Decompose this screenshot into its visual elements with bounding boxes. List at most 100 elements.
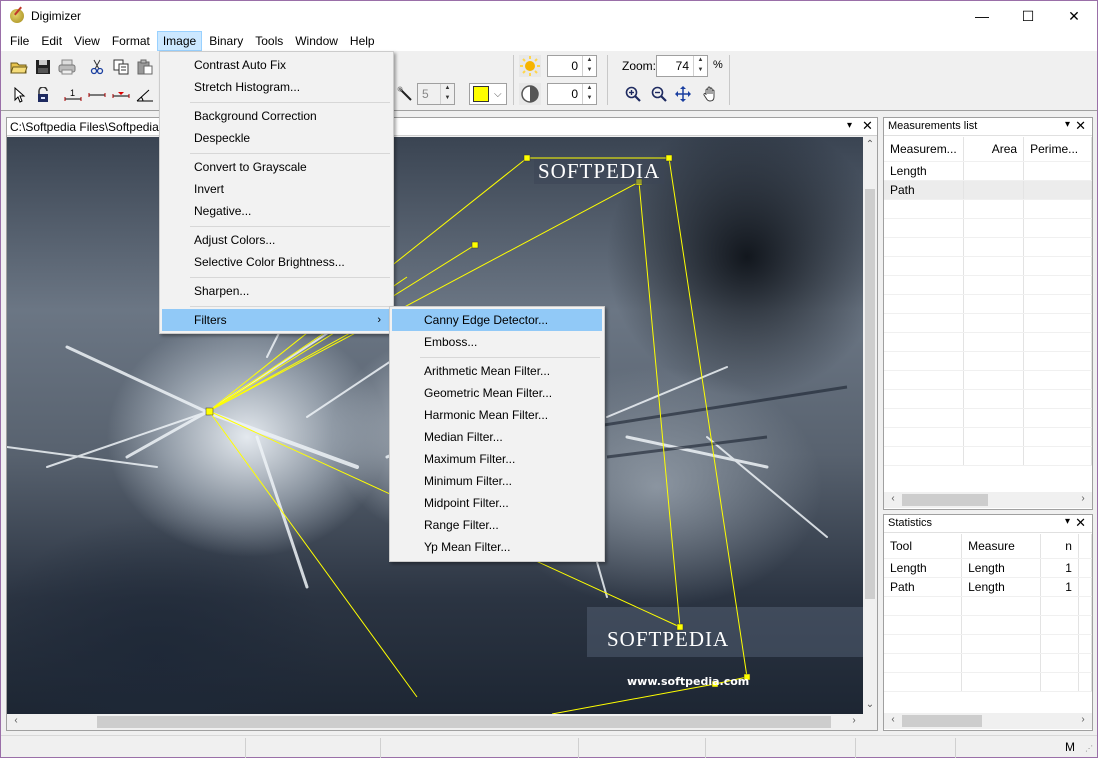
- vertical-scrollbar[interactable]: ⌃ ⌄: [863, 137, 877, 714]
- angle-tool-icon[interactable]: [133, 84, 157, 106]
- spin-up-icon[interactable]: ▲: [441, 84, 454, 94]
- scroll-thumb[interactable]: [902, 494, 988, 506]
- handle[interactable]: [523, 154, 531, 162]
- spin-down-icon[interactable]: ▼: [694, 66, 707, 76]
- length-tool-icon[interactable]: 1: [61, 84, 85, 106]
- close-document-icon[interactable]: ✕: [862, 118, 873, 134]
- menu-harmonic-mean-filter[interactable]: Harmonic Mean Filter...: [392, 404, 602, 426]
- handle[interactable]: [205, 407, 214, 416]
- menu-maximum-filter[interactable]: Maximum Filter...: [392, 448, 602, 470]
- menu-convert-grayscale[interactable]: Convert to Grayscale: [162, 156, 391, 178]
- open-folder-icon[interactable]: [7, 56, 31, 78]
- menu-view[interactable]: View: [69, 31, 105, 51]
- scroll-right-icon[interactable]: ›: [1076, 493, 1090, 504]
- close-button[interactable]: ✕: [1051, 1, 1097, 31]
- handle[interactable]: [471, 241, 479, 249]
- menu-invert[interactable]: Invert: [162, 178, 391, 200]
- print-icon[interactable]: [55, 56, 79, 78]
- horizontal-scrollbar[interactable]: ‹ ›: [884, 492, 1092, 508]
- column-header[interactable]: n: [1040, 534, 1079, 559]
- close-panel-icon[interactable]: ✕: [1075, 118, 1086, 134]
- column-header[interactable]: Measure: [961, 534, 1041, 559]
- menu-canny-edge-detector[interactable]: Canny Edge Detector...: [392, 309, 602, 331]
- panel-menu-icon[interactable]: ▾: [1065, 516, 1070, 527]
- hand-tool-icon[interactable]: [698, 83, 722, 105]
- menu-selective-color-brightness[interactable]: Selective Color Brightness...: [162, 251, 391, 273]
- column-header[interactable]: Perime...: [1023, 137, 1092, 162]
- menu-emboss[interactable]: Emboss...: [392, 331, 602, 353]
- scroll-right-icon[interactable]: ›: [847, 715, 861, 726]
- table-row[interactable]: Length Length 1: [884, 558, 1093, 578]
- table-row[interactable]: Path Length 1: [884, 577, 1093, 597]
- menu-background-correction[interactable]: Background Correction: [162, 105, 391, 127]
- color-picker-dropdown[interactable]: ⌵: [469, 83, 507, 105]
- zoom-out-icon[interactable]: [647, 83, 671, 105]
- menu-contrast-auto-fix[interactable]: Contrast Auto Fix: [162, 54, 391, 76]
- menu-stretch-histogram[interactable]: Stretch Histogram...: [162, 76, 391, 98]
- brightness-stepper[interactable]: 0 ▲ ▼: [547, 55, 597, 77]
- horizontal-scrollbar[interactable]: ‹ ›: [884, 713, 1092, 729]
- spin-up-icon[interactable]: ▲: [694, 56, 707, 66]
- scroll-thumb[interactable]: [902, 715, 982, 727]
- table-row[interactable]: Length: [884, 161, 1092, 181]
- menu-midpoint-filter[interactable]: Midpoint Filter...: [392, 492, 602, 514]
- spin-up-icon[interactable]: ▲: [583, 84, 596, 94]
- minimize-button[interactable]: —: [959, 1, 1005, 31]
- scroll-left-icon[interactable]: ‹: [886, 714, 900, 725]
- resize-grip-icon[interactable]: ⋰: [1085, 744, 1093, 753]
- tolerance-stepper[interactable]: 5 ▲ ▼: [417, 83, 455, 105]
- scroll-thumb[interactable]: [865, 189, 875, 599]
- zoom-stepper[interactable]: 74 ▲ ▼: [656, 55, 708, 77]
- menu-arithmetic-mean-filter[interactable]: Arithmetic Mean Filter...: [392, 360, 602, 382]
- spin-up-icon[interactable]: ▲: [583, 56, 596, 66]
- close-panel-icon[interactable]: ✕: [1075, 515, 1086, 531]
- panel-menu-icon[interactable]: ▾: [847, 120, 852, 131]
- menu-binary[interactable]: Binary: [204, 31, 248, 51]
- scroll-right-icon[interactable]: ›: [1076, 714, 1090, 725]
- menu-minimum-filter[interactable]: Minimum Filter...: [392, 470, 602, 492]
- menu-sharpen[interactable]: Sharpen...: [162, 280, 391, 302]
- magic-wand-icon[interactable]: [393, 83, 417, 105]
- panel-menu-icon[interactable]: ▾: [1065, 119, 1070, 130]
- pointer-icon[interactable]: [7, 84, 31, 106]
- column-header[interactable]: Area: [963, 137, 1025, 162]
- zoom-in-icon[interactable]: [621, 83, 645, 105]
- unlock-icon[interactable]: [31, 84, 55, 106]
- menu-yp-mean-filter[interactable]: Yp Mean Filter...: [392, 536, 602, 558]
- menu-median-filter[interactable]: Median Filter...: [392, 426, 602, 448]
- column-header[interactable]: Tool: [884, 534, 963, 559]
- menu-image[interactable]: Image: [156, 31, 203, 51]
- cut-icon[interactable]: [85, 56, 109, 78]
- menu-window[interactable]: Window: [290, 31, 343, 51]
- save-icon[interactable]: [31, 56, 55, 78]
- spin-down-icon[interactable]: ▼: [583, 94, 596, 104]
- spin-down-icon[interactable]: ▼: [583, 66, 596, 76]
- maximize-button[interactable]: ☐: [1005, 1, 1051, 31]
- line-tool-icon[interactable]: [85, 84, 109, 106]
- menu-geometric-mean-filter[interactable]: Geometric Mean Filter...: [392, 382, 602, 404]
- menu-format[interactable]: Format: [107, 31, 155, 51]
- menu-range-filter[interactable]: Range Filter...: [392, 514, 602, 536]
- pan-move-icon[interactable]: [671, 83, 695, 105]
- column-header[interactable]: Measurem...: [884, 137, 965, 162]
- paste-icon[interactable]: [133, 56, 157, 78]
- menu-negative[interactable]: Negative...: [162, 200, 391, 222]
- contrast-stepper[interactable]: 0 ▲ ▼: [547, 83, 597, 105]
- copy-icon[interactable]: [109, 56, 133, 78]
- scroll-down-icon[interactable]: ⌄: [863, 699, 877, 710]
- handle[interactable]: [665, 154, 673, 162]
- table-row[interactable]: Path: [884, 180, 1092, 200]
- scroll-thumb[interactable]: [97, 716, 831, 728]
- path-tool-icon[interactable]: [109, 84, 133, 106]
- scroll-left-icon[interactable]: ‹: [886, 493, 900, 504]
- menu-adjust-colors[interactable]: Adjust Colors...: [162, 229, 391, 251]
- menu-filters[interactable]: Filters ›: [162, 309, 391, 331]
- scroll-left-icon[interactable]: ‹: [9, 715, 23, 726]
- horizontal-scrollbar[interactable]: ‹ ›: [7, 714, 863, 730]
- scroll-up-icon[interactable]: ⌃: [863, 139, 877, 150]
- menu-edit[interactable]: Edit: [36, 31, 67, 51]
- menu-despeckle[interactable]: Despeckle: [162, 127, 391, 149]
- menu-file[interactable]: File: [5, 31, 34, 51]
- menu-tools[interactable]: Tools: [250, 31, 288, 51]
- spin-down-icon[interactable]: ▼: [441, 94, 454, 104]
